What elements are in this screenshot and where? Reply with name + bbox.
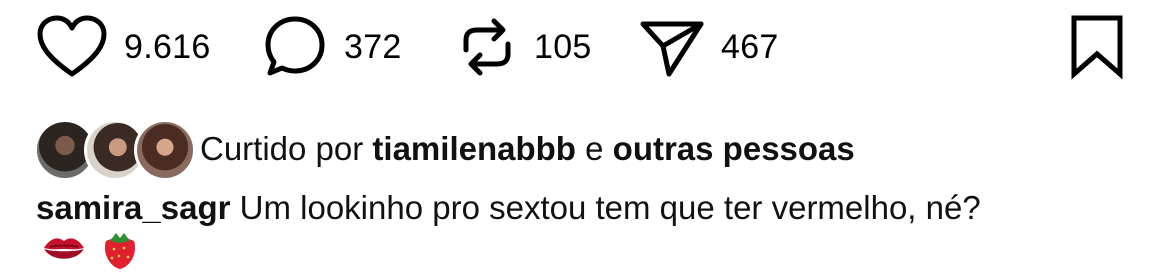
heart-icon xyxy=(37,15,107,77)
liked-by-others-link[interactable]: outras pessoas xyxy=(613,130,855,167)
share-button[interactable]: 467 xyxy=(639,12,779,82)
save-button[interactable] xyxy=(1068,12,1126,82)
post-caption: samira_sagr Um lookinho pro sextou tem q… xyxy=(36,188,1136,228)
bookmark-icon xyxy=(1071,15,1123,80)
repost-icon xyxy=(463,18,511,76)
like-button[interactable]: 9.616 xyxy=(36,12,211,82)
repost-count: 105 xyxy=(534,27,592,66)
liked-by-conjunction: e xyxy=(585,130,604,167)
strawberry-emoji xyxy=(104,233,136,269)
post-action-bar: 9.616 372 105 467 xyxy=(36,12,1136,82)
like-count: 9.616 xyxy=(124,27,211,66)
send-icon xyxy=(640,21,704,77)
repost-button[interactable]: 105 xyxy=(456,12,592,82)
comment-bubble-icon xyxy=(265,16,325,76)
liked-by-text: Curtido por tiamilenabbb e outras pessoa… xyxy=(200,130,855,168)
share-count: 467 xyxy=(721,27,779,66)
comment-button[interactable]: 372 xyxy=(262,12,402,82)
liked-by-user-link[interactable]: tiamilenabbb xyxy=(372,130,576,167)
caption-username[interactable]: samira_sagr xyxy=(36,189,230,226)
avatar[interactable] xyxy=(134,119,196,181)
caption-text: Um lookinho pro sextou tem que ter verme… xyxy=(239,189,981,226)
comment-count: 372 xyxy=(344,27,402,66)
liked-by-prefix: Curtido por xyxy=(200,130,364,167)
kiss-mark-emoji xyxy=(44,238,84,259)
caption-emojis: 💋 🍓 xyxy=(42,226,140,272)
liked-by-row: Curtido por tiamilenabbb e outras pessoa… xyxy=(34,118,855,181)
liked-by-avatars xyxy=(34,119,196,181)
